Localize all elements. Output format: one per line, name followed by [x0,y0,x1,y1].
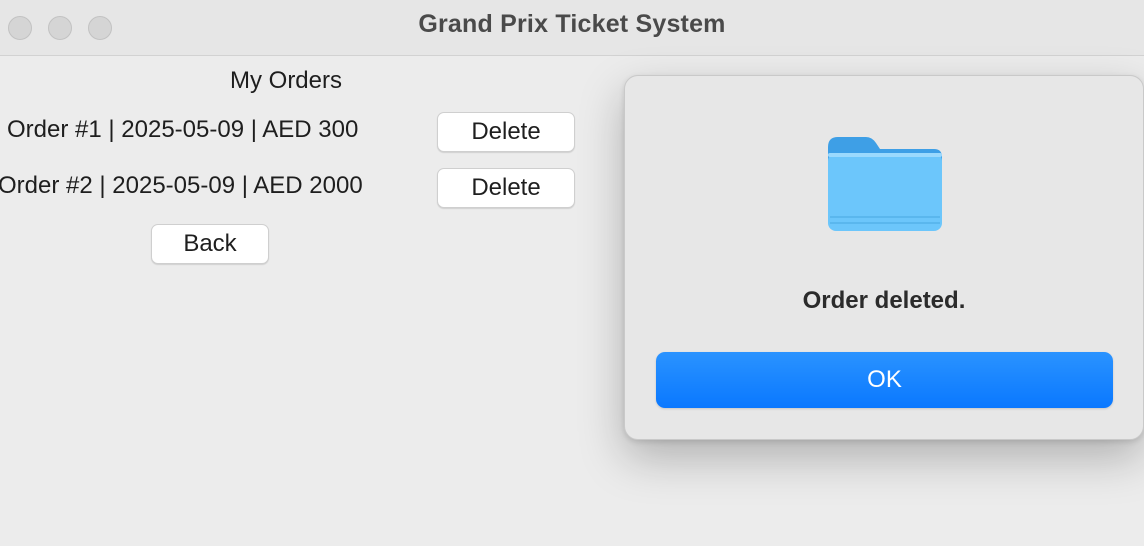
window-title: Grand Prix Ticket System [418,10,726,38]
page-title: My Orders [229,67,342,94]
ok-button[interactable]: OK [656,352,1113,408]
alert-dialog: Order deleted. OK [624,75,1144,440]
folder-icon [824,131,946,235]
order-summary: Order #2 | 2025-05-09 | AED 2000 [0,172,363,199]
app-window: Grand Prix Ticket System My Orders Order… [0,0,1144,546]
order-row: Order #1 | 2025-05-09 | AED 300 Delete [0,112,580,152]
order-summary: Order #1 | 2025-05-09 | AED 300 [7,116,359,143]
order-row: Order #2 | 2025-05-09 | AED 2000 Delete [0,168,580,208]
back-button[interactable]: Back [151,224,269,264]
delete-order-2-button[interactable]: Delete [437,168,575,208]
dialog-message: Order deleted. [802,287,966,314]
delete-order-1-button[interactable]: Delete [437,112,575,152]
title-bar: Grand Prix Ticket System [0,0,1144,56]
